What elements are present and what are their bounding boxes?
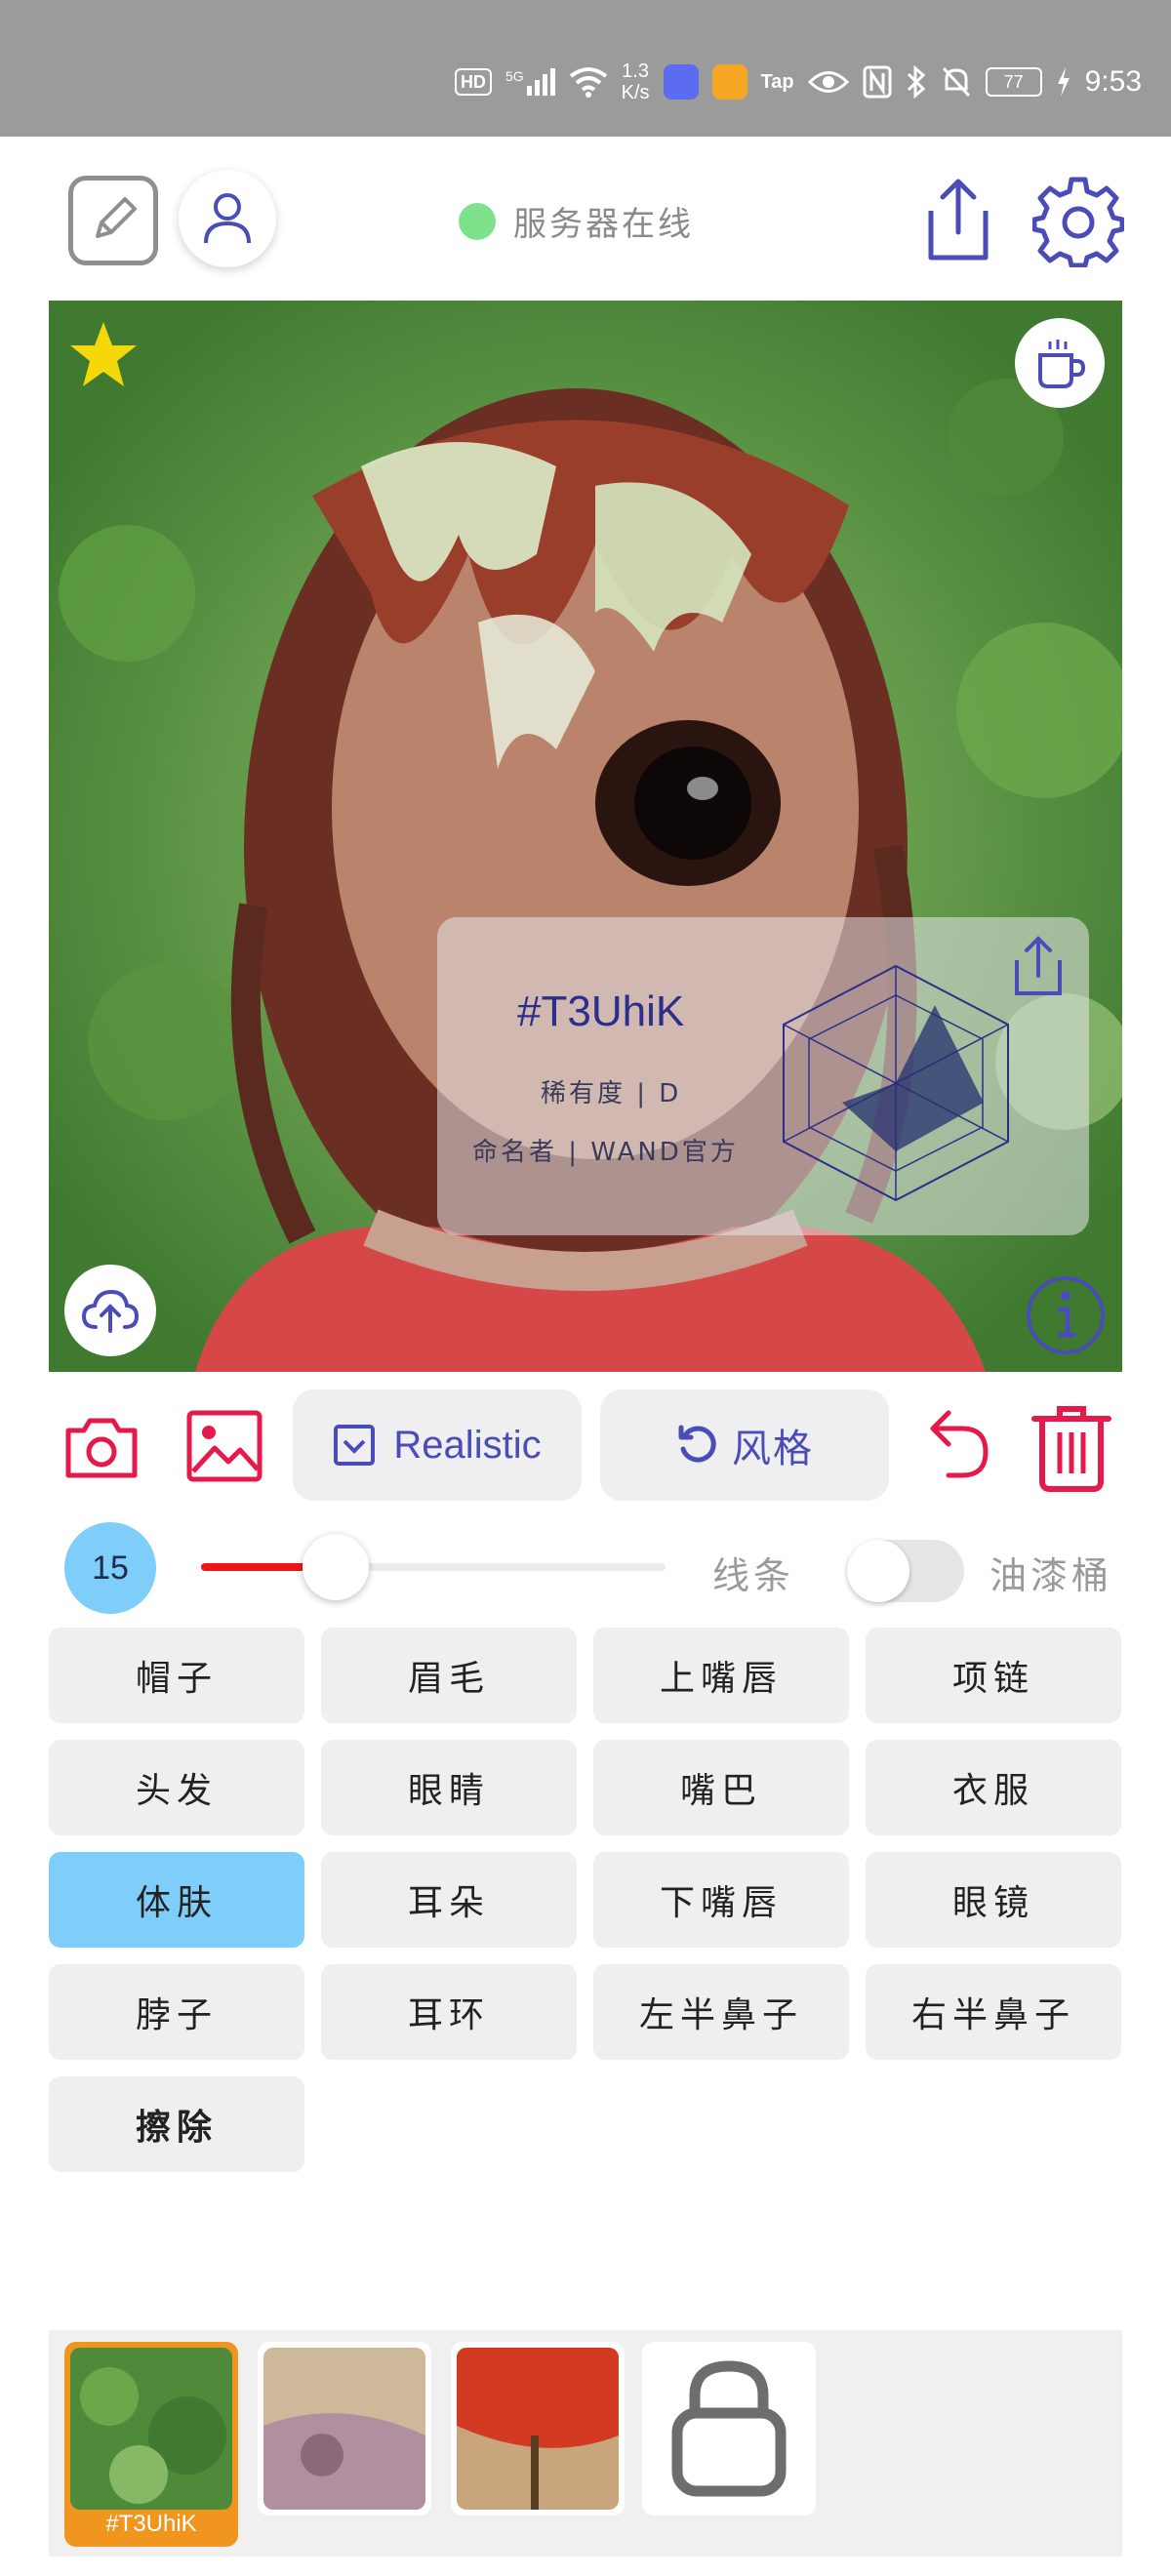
share-button[interactable] <box>917 176 999 265</box>
top-bar: 服务器在线 <box>0 137 1171 301</box>
checkbox-icon <box>334 1425 376 1466</box>
model-select-button[interactable]: Realistic <box>293 1389 582 1501</box>
face-part-button[interactable]: 项链 <box>866 1628 1121 1723</box>
wifi-icon <box>569 67 607 98</box>
face-part-button[interactable]: 脖子 <box>49 1964 304 2060</box>
mute-bell-icon <box>942 66 970 98</box>
coffee-button[interactable] <box>1015 318 1105 408</box>
history-thumb-selected[interactable]: #T3UhiK <box>64 2342 238 2547</box>
nfc-icon <box>863 65 892 99</box>
card-namer: 命名者 | WAND官方 <box>472 1138 739 1167</box>
bluetooth-icon <box>907 65 925 99</box>
locked-slot[interactable] <box>642 2342 816 2516</box>
network-label: 5G <box>505 68 524 84</box>
trash-icon[interactable] <box>1030 1403 1112 1493</box>
server-status: 服务器在线 <box>459 197 694 245</box>
profile-button[interactable] <box>179 170 276 267</box>
pencil-icon <box>96 197 137 238</box>
face-part-button[interactable]: 上嘴唇 <box>593 1628 849 1723</box>
attribute-radar-chart <box>783 964 1009 1202</box>
tap-app-icon: Tap <box>760 70 794 93</box>
face-part-button[interactable]: 下嘴唇 <box>593 1852 849 1948</box>
status-bar: HD 5G 1.3 K/s Tap 77 9:53 <box>0 0 1171 137</box>
hd-badge: HD <box>454 68 492 96</box>
history-gallery: #T3UhiK <box>49 2330 1122 2556</box>
thumbnail-image <box>263 2348 425 2510</box>
status-icons: HD 5G 1.3 K/s Tap 77 9:53 <box>454 60 1142 103</box>
character-card[interactable]: #T3UhiK 稀有度 | D 命名者 | WAND官方 <box>437 917 1089 1235</box>
coffee-cup-icon <box>1038 340 1086 388</box>
face-part-button[interactable]: 耳环 <box>321 1964 577 2060</box>
paint-bucket-label: 油漆桶 <box>989 1554 1113 1597</box>
clock: 9:53 <box>1084 65 1142 98</box>
brush-controls: 15 线条 油漆桶 <box>0 1518 1171 1616</box>
thumb-label: #T3UhiK <box>105 2511 197 2537</box>
card-rarity: 稀有度 | D <box>541 1079 682 1108</box>
charging-icon <box>1057 67 1070 97</box>
music-app-icon <box>663 64 699 100</box>
gallery-image-icon[interactable] <box>185 1409 263 1483</box>
style-label: 风格 <box>732 1427 814 1471</box>
upload-button[interactable] <box>64 1265 156 1356</box>
face-part-button[interactable]: 眉毛 <box>321 1628 577 1723</box>
paint-bucket-toggle[interactable] <box>847 1540 964 1602</box>
lock-icon <box>671 2360 787 2497</box>
edit-button[interactable] <box>68 176 158 265</box>
refresh-icon <box>678 1425 716 1463</box>
brush-size-slider[interactable] <box>201 1534 666 1600</box>
signal-icon: 5G <box>505 68 555 96</box>
toggle-knob <box>847 1540 909 1602</box>
face-part-button[interactable]: 右半鼻子 <box>866 1964 1121 2060</box>
settings-gear-icon[interactable] <box>1032 176 1124 267</box>
speed-unit: K/s <box>621 82 650 103</box>
face-part-button[interactable]: 衣服 <box>866 1740 1121 1835</box>
camera-icon[interactable] <box>64 1415 139 1479</box>
thumbnail-image <box>70 2348 232 2510</box>
speed-value: 1.3 <box>622 60 649 82</box>
face-part-button[interactable]: 眼睛 <box>321 1740 577 1835</box>
model-label: Realistic <box>393 1423 542 1467</box>
card-code: #T3UhiK <box>517 987 685 1035</box>
face-part-button[interactable]: 帽子 <box>49 1628 304 1723</box>
undo-icon[interactable] <box>915 1407 993 1485</box>
face-parts-grid: 帽子 眉毛 上嘴唇 项链头发 眼睛 嘴巴 衣服体肤 耳朵 下嘴唇 眼镜脖子 耳环 左半鼻子 右半鼻子擦除 <box>49 1628 1122 2172</box>
history-thumb[interactable] <box>451 2342 625 2516</box>
weibo-app-icon <box>711 64 747 100</box>
user-icon <box>204 193 251 244</box>
line-mode-label: 线条 <box>712 1554 795 1597</box>
face-part-button[interactable]: 头发 <box>49 1740 304 1835</box>
info-icon[interactable] <box>1023 1272 1109 1358</box>
face-part-button[interactable]: 左半鼻子 <box>593 1964 849 2060</box>
slider-knob[interactable] <box>303 1534 370 1600</box>
brush-size-badge: 15 <box>64 1522 156 1614</box>
drawing-canvas[interactable]: #T3UhiK 稀有度 | D 命名者 | WAND官方 <box>49 301 1122 1372</box>
face-part-button[interactable]: 耳朵 <box>321 1852 577 1948</box>
server-status-dot <box>459 202 496 240</box>
face-part-button[interactable]: 嘴巴 <box>593 1740 849 1835</box>
style-button[interactable]: 风格 <box>600 1389 889 1501</box>
toolbar: Realistic 风格 <box>0 1389 1171 1505</box>
battery-icon: 77 <box>985 67 1042 97</box>
cloud-upload-icon <box>81 1289 140 1333</box>
favorite-star-icon[interactable] <box>66 318 141 392</box>
erase-button[interactable]: 擦除 <box>49 2076 304 2172</box>
thumbnail-image <box>457 2348 619 2510</box>
face-part-button[interactable]: 体肤 <box>49 1852 304 1948</box>
network-speed: 1.3 K/s <box>622 60 650 103</box>
server-status-label: 服务器在线 <box>513 205 694 244</box>
history-thumb[interactable] <box>258 2342 431 2516</box>
face-part-button[interactable]: 眼镜 <box>866 1852 1121 1948</box>
eye-icon <box>807 71 849 93</box>
